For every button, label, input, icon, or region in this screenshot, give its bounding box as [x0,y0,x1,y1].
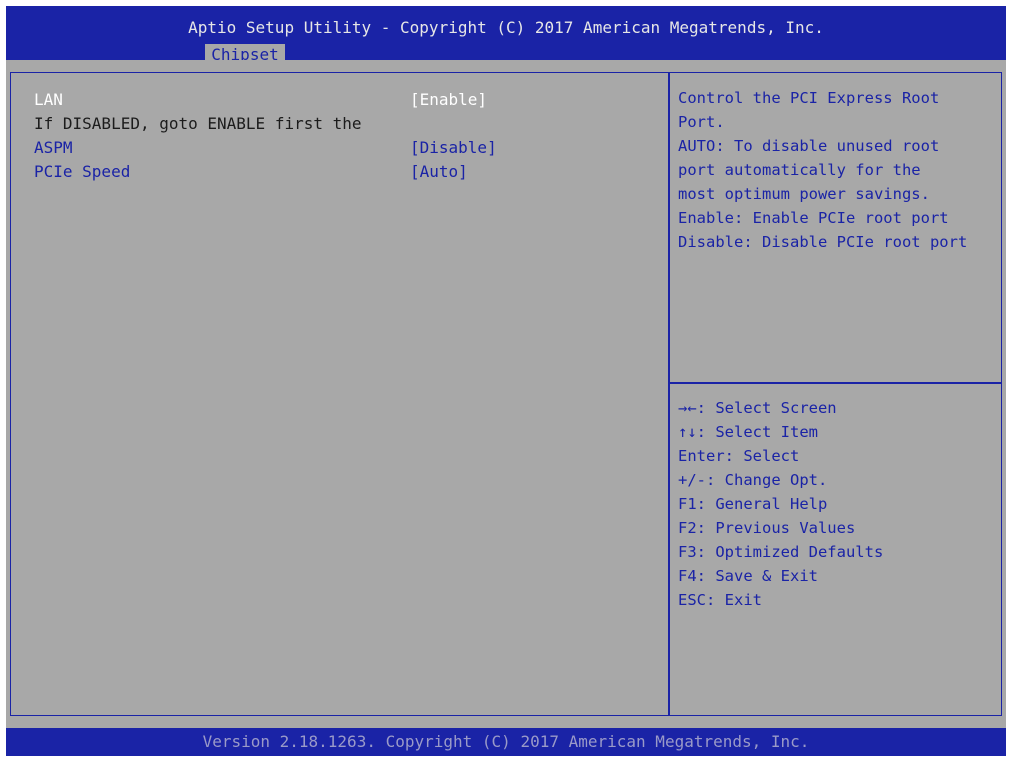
help-text: Control the PCI Express Root Port. AUTO:… [678,86,1004,254]
setting-row-pcie-speed[interactable]: PCIe Speed [Auto] [34,160,654,184]
help-line: AUTO: To disable unused root [678,137,940,155]
setting-label-aspm: ASPM [34,138,73,157]
key-select-screen: →←: Select Screen [678,399,837,417]
help-line: Port. [678,113,725,131]
setting-row-aspm[interactable]: ASPM [Disable] [34,136,654,160]
help-line: port automatically for the [678,161,921,179]
key-select-item: ↑↓: Select Item [678,423,818,441]
app-title: Aptio Setup Utility - Copyright (C) 2017… [188,18,824,37]
help-line: most optimum power savings. [678,185,930,203]
key-legend: →←: Select Screen ↑↓: Select Item Enter:… [678,396,1004,612]
main-panel: LAN [Enable] If DISABLED, goto ENABLE fi… [6,60,1006,728]
footer-bar: Version 2.18.1263. Copyright (C) 2017 Am… [6,728,1006,756]
setting-value-aspm[interactable]: [Disable] [410,136,497,160]
setting-value-pcie-speed[interactable]: [Auto] [410,160,468,184]
key-esc-exit: ESC: Exit [678,591,762,609]
setting-label-lan: LAN [34,90,63,109]
header-bar: Aptio Setup Utility - Copyright (C) 2017… [6,6,1006,66]
setting-value-lan[interactable]: [Enable] [410,88,487,112]
bios-screen: Aptio Setup Utility - Copyright (C) 2017… [0,0,1012,760]
setting-row-lan[interactable]: LAN [Enable] [34,88,654,112]
help-line: Enable: Enable PCIe root port [678,209,949,227]
key-enter-select: Enter: Select [678,447,800,465]
key-change-opt: +/-: Change Opt. [678,471,828,489]
setting-note-text: If DISABLED, goto ENABLE first the [34,114,362,133]
help-line: Disable: Disable PCIe root port [678,233,968,251]
key-optimized-defaults: F3: Optimized Defaults [678,543,884,561]
settings-list: LAN [Enable] If DISABLED, goto ENABLE fi… [34,88,654,184]
setting-note: If DISABLED, goto ENABLE first the [34,112,654,136]
setting-label-pcie-speed: PCIe Speed [34,162,131,181]
help-line: Control the PCI Express Root [678,89,940,107]
vertical-divider [668,72,670,716]
key-save-exit: F4: Save & Exit [678,567,818,585]
key-general-help: F1: General Help [678,495,828,513]
horizontal-divider [670,382,1002,384]
key-previous-values: F2: Previous Values [678,519,856,537]
